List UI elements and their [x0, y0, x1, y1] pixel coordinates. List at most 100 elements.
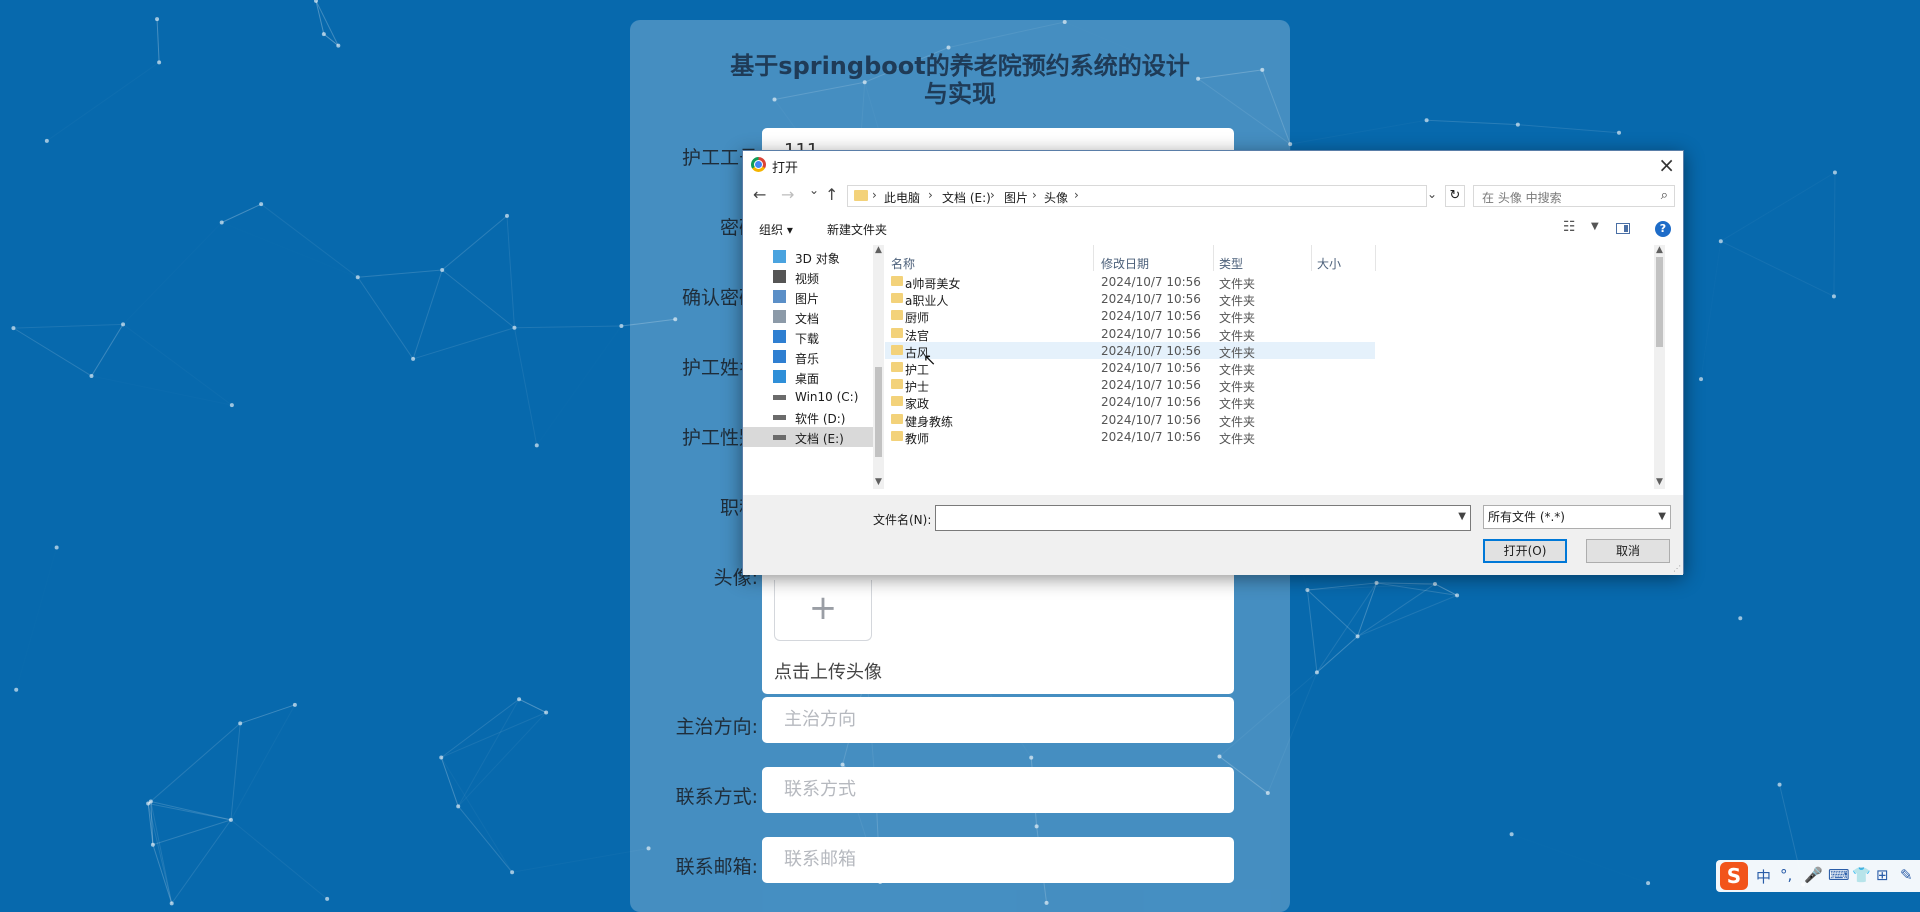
- breadcrumb-avatar[interactable]: 头像: [1044, 189, 1068, 206]
- search-icon: ⌕: [1660, 188, 1668, 203]
- file-row[interactable]: 古风 2024/10/7 10:56 文件夹 ↖: [885, 341, 1375, 369]
- file-row[interactable]: 教师 2024/10/7 10:56 文件夹: [885, 428, 1375, 446]
- back-arrow-icon[interactable]: ←: [753, 185, 766, 204]
- cancel-button[interactable]: 取消: [1586, 539, 1670, 563]
- punctuation-icon[interactable]: °,: [1780, 866, 1792, 884]
- nav-item-label: 视频: [795, 272, 820, 286]
- file-type-select[interactable]: 所有文件 (*.*) ▼: [1483, 505, 1671, 529]
- nav-item-label: 音乐: [795, 352, 820, 366]
- file-row[interactable]: 健身教练 2024/10/7 10:56 文件夹: [885, 411, 1375, 429]
- nav-item-label: 文档: [795, 312, 820, 326]
- nav-item[interactable]: 桌面: [743, 367, 884, 387]
- breadcrumb-drive-e[interactable]: 文档 (E:): [942, 189, 991, 206]
- close-icon[interactable]: ×: [1658, 153, 1675, 177]
- open-button[interactable]: 打开(O): [1483, 539, 1567, 563]
- folder-icon: [891, 276, 903, 286]
- avatar-upload[interactable]: + 点击上传头像: [762, 566, 1234, 694]
- settings-icon[interactable]: ✎: [1900, 866, 1913, 884]
- file-list-scroll-thumb[interactable]: [1656, 257, 1663, 347]
- password-label: 密码: [719, 217, 758, 239]
- chevron-down-icon[interactable]: ⌄: [1427, 187, 1437, 201]
- nav-item[interactable]: Win10 (C:): [743, 387, 884, 407]
- email-input[interactable]: 联系邮箱: [762, 837, 1234, 883]
- view-options-icon[interactable]: ☷: [1563, 219, 1576, 235]
- preview-pane-icon[interactable]: [1616, 223, 1630, 234]
- scroll-down-icon[interactable]: ▼: [1656, 477, 1663, 487]
- organize-button[interactable]: 组织 ▾: [759, 221, 793, 238]
- page-title: 基于springboot的养老院预约系统的设计 与实现: [660, 52, 1260, 108]
- nav-pane-scroll-thumb[interactable]: [875, 367, 882, 457]
- column-header-type[interactable]: 类型: [1219, 255, 1243, 272]
- file-row[interactable]: 法官 2024/10/7 10:56 文件夹: [885, 325, 1375, 343]
- column-header-modified[interactable]: 修改日期: [1101, 255, 1149, 272]
- nav-item[interactable]: 文档 (E:): [743, 427, 884, 447]
- column-separator[interactable]: [1311, 245, 1312, 271]
- file-type: 文件夹: [1219, 431, 1256, 446]
- specialty-label: 主治方向:: [675, 716, 758, 738]
- resize-grip-icon[interactable]: ⋰: [1673, 564, 1681, 573]
- nurse-id-label: 护工工号: [681, 147, 758, 169]
- nav-item[interactable]: 文档: [743, 307, 884, 327]
- filename-input[interactable]: ▼: [935, 505, 1471, 531]
- help-icon[interactable]: ?: [1655, 221, 1671, 237]
- folder-icon: [891, 430, 903, 441]
- file-row[interactable]: 家政 2024/10/7 10:56 文件夹: [885, 393, 1375, 411]
- column-separator[interactable]: [1375, 245, 1376, 271]
- folder-icon: [891, 310, 903, 321]
- up-arrow-icon[interactable]: ↑: [825, 185, 838, 204]
- file-row[interactable]: 护士 2024/10/7 10:56 文件夹: [885, 376, 1375, 394]
- avatar-upload-hint: 点击上传头像: [774, 662, 882, 683]
- file-row[interactable]: a帅哥美女 2024/10/7 10:56 文件夹: [885, 273, 1375, 291]
- drive-icon: [773, 435, 786, 440]
- scroll-up-icon[interactable]: ▲: [875, 245, 882, 255]
- ime-chinese-icon[interactable]: 中: [1756, 866, 1771, 887]
- keyboard-icon[interactable]: ⌨: [1828, 866, 1850, 884]
- dialog-titlebar[interactable]: 打开 ×: [743, 151, 1683, 179]
- skin-icon[interactable]: 👕: [1852, 866, 1871, 884]
- nav-item[interactable]: 音乐: [743, 347, 884, 367]
- breadcrumb-this-pc[interactable]: 此电脑: [884, 189, 920, 206]
- refresh-icon[interactable]: ↻: [1445, 185, 1465, 207]
- microphone-icon[interactable]: 🎤: [1804, 866, 1823, 884]
- nav-item[interactable]: 图片: [743, 287, 884, 307]
- search-input[interactable]: 在 头像 中搜索 ⌕: [1473, 185, 1675, 207]
- address-bar[interactable]: › 此电脑 › 文档 (E:) › 图片 › 头像 ›: [847, 185, 1427, 207]
- chevron-down-icon[interactable]: ▼: [1458, 511, 1466, 522]
- toolbox-icon[interactable]: ⊞: [1876, 866, 1889, 884]
- nav-pane-scrollbar[interactable]: ▲ ▼: [873, 245, 884, 489]
- file-row[interactable]: 护工 2024/10/7 10:56 文件夹: [885, 359, 1375, 377]
- file-row[interactable]: a职业人 2024/10/7 10:56 文件夹: [885, 290, 1375, 308]
- recent-locations-icon[interactable]: ⌄: [809, 183, 819, 197]
- folder-icon: [854, 190, 868, 201]
- column-header-name[interactable]: 名称: [891, 255, 915, 272]
- sogou-logo-icon[interactable]: S: [1720, 862, 1748, 890]
- nav-item-label: 3D 对象: [795, 252, 840, 266]
- dialog-toolbar: 组织 ▾ 新建文件夹 ☷ ▼ ?: [743, 215, 1683, 243]
- scroll-up-icon[interactable]: ▲: [1656, 245, 1663, 255]
- dialog-footer: 文件名(N): ▼ 所有文件 (*.*) ▼ 打开(O) 取消 ⋰: [743, 495, 1683, 575]
- specialty-input[interactable]: 主治方向: [762, 697, 1234, 743]
- column-separator[interactable]: [1213, 245, 1214, 271]
- file-date: 2024/10/7 10:56: [1101, 361, 1201, 375]
- column-header-size[interactable]: 大小: [1317, 255, 1341, 272]
- new-folder-button[interactable]: 新建文件夹: [827, 221, 887, 238]
- chevron-down-icon: ▼: [1658, 511, 1666, 522]
- music-icon: [773, 350, 786, 363]
- file-row[interactable]: 厨师 2024/10/7 10:56 文件夹: [885, 307, 1375, 325]
- column-separator[interactable]: [1093, 245, 1094, 271]
- folder-icon: [891, 413, 903, 424]
- scroll-down-icon[interactable]: ▼: [875, 477, 882, 487]
- breadcrumb-pictures[interactable]: 图片: [1004, 189, 1028, 206]
- chevron-down-icon[interactable]: ▼: [1591, 221, 1599, 232]
- folder-icon: [891, 327, 903, 338]
- nav-item[interactable]: 3D 对象: [743, 247, 884, 267]
- contact-input[interactable]: 联系方式: [762, 767, 1234, 813]
- sort-ascending-icon: ^: [991, 245, 999, 249]
- plus-icon[interactable]: +: [774, 580, 872, 641]
- nav-item[interactable]: 视频: [743, 267, 884, 287]
- nav-item[interactable]: 下载: [743, 327, 884, 347]
- forward-arrow-icon[interactable]: →: [781, 185, 794, 204]
- search-placeholder: 在 头像 中搜索: [1482, 191, 1562, 205]
- file-list-scrollbar[interactable]: ▲ ▼: [1654, 245, 1665, 489]
- nav-item[interactable]: 软件 (D:): [743, 407, 884, 427]
